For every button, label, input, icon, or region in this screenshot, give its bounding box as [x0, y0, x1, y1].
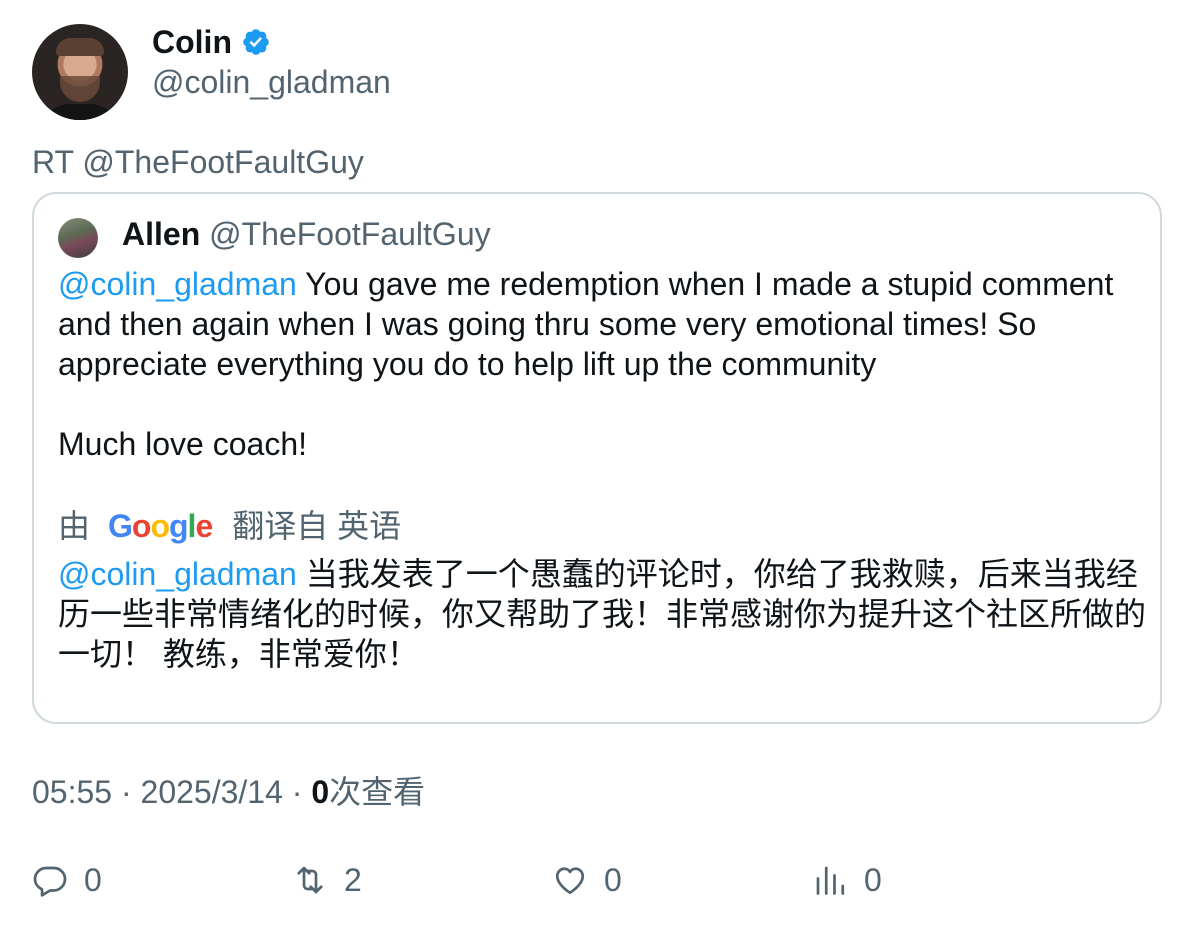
- views-count: 0: [311, 774, 330, 810]
- quoted-tweet-card[interactable]: Allen @TheFootFaultGuy @colin_gladman Yo…: [32, 192, 1162, 724]
- views-action-count: 0: [864, 861, 882, 898]
- analytics-icon: [816, 866, 845, 895]
- translation-attribution[interactable]: 由 Google 翻译自 英语: [58, 506, 401, 546]
- author-name-row[interactable]: Colin: [152, 22, 271, 62]
- retweet-button[interactable]: 2: [292, 860, 362, 900]
- retweet-icon: [297, 866, 323, 894]
- translated-text: @colin_gladman 当我发表了一个愚蠢的评论时，你给了我救赎，后来当我…: [58, 554, 1148, 674]
- like-button[interactable]: 0: [552, 860, 622, 900]
- translate-suffix: 翻译自 英语: [232, 508, 402, 544]
- avatar-shirt: [40, 104, 120, 120]
- quoted-tweet-text: @colin_gladman You gave me redemption wh…: [58, 264, 1148, 464]
- views-label: 次查看: [329, 774, 426, 810]
- avatar-hair: [56, 38, 104, 56]
- avatar-beard: [60, 76, 100, 102]
- translated-mention-link[interactable]: @colin_gladman: [58, 556, 297, 592]
- author-handle[interactable]: @colin_gladman: [152, 62, 391, 102]
- heart-icon: [555, 867, 585, 895]
- author-avatar[interactable]: [32, 24, 128, 120]
- like-count: 0: [604, 861, 622, 898]
- tweet-meta: 05:55 · 2025/3/14 · 0次查看: [32, 772, 425, 812]
- retweet-label: RT @TheFootFaultGuy: [32, 144, 364, 180]
- quoted-author-avatar[interactable]: [58, 218, 98, 258]
- translate-prefix: 由: [58, 508, 91, 544]
- tweet-timestamp[interactable]: 05:55 · 2025/3/14 ·: [32, 774, 311, 810]
- mention-link[interactable]: @colin_gladman: [58, 266, 297, 302]
- reply-button[interactable]: 0: [32, 860, 102, 900]
- reply-icon: [33, 866, 67, 897]
- verified-badge-icon: [243, 29, 269, 55]
- retweet-count: 2: [344, 861, 362, 898]
- reply-count: 0: [84, 861, 102, 898]
- author-name[interactable]: Colin: [152, 22, 232, 62]
- google-logo: Google: [108, 508, 213, 544]
- quoted-author-handle[interactable]: @TheFootFaultGuy: [209, 216, 490, 252]
- quoted-author-name[interactable]: Allen: [122, 216, 200, 252]
- views-button[interactable]: 0: [812, 860, 882, 900]
- quoted-author-row: Allen @TheFootFaultGuy: [122, 214, 491, 254]
